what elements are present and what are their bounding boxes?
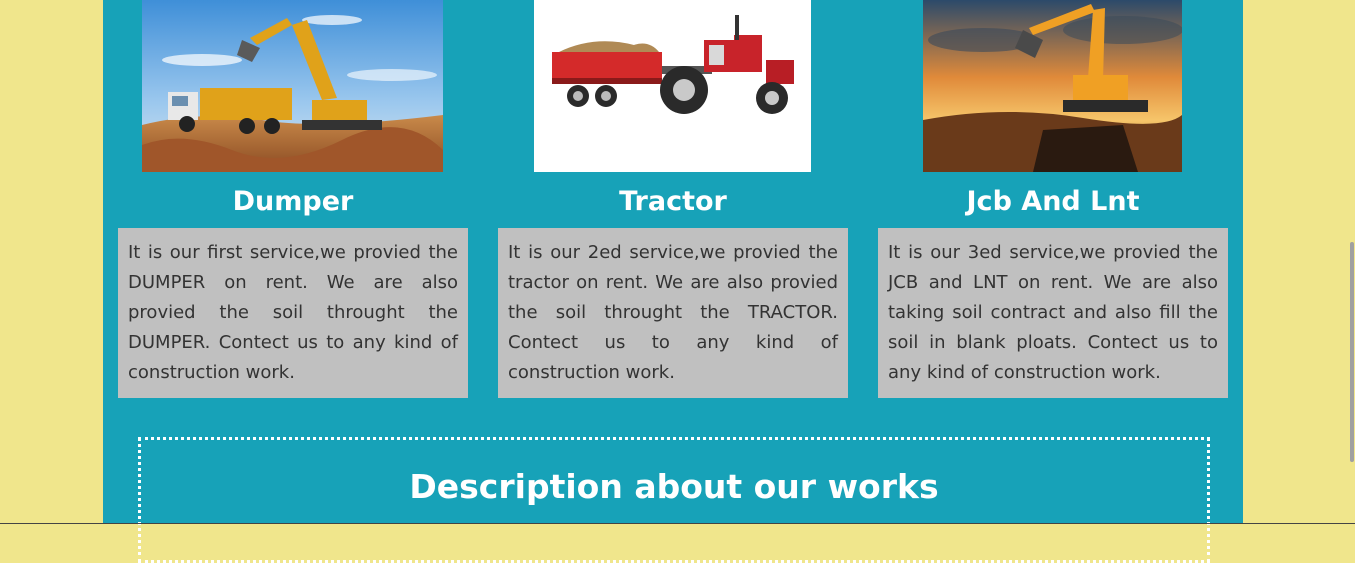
dumper-image <box>142 0 443 172</box>
service-title: Dumper <box>118 180 468 224</box>
works-heading: Description about our works <box>141 440 1207 509</box>
service-description: It is our 2ed service,we provied the tra… <box>498 228 848 398</box>
service-title: Tractor <box>498 180 848 224</box>
tractor-image <box>534 0 811 172</box>
service-description: It is our first service,we provied the D… <box>118 228 468 398</box>
service-description: It is our 3ed service,we provied the JCB… <box>878 228 1228 398</box>
jcb-image <box>923 0 1182 172</box>
service-title: Jcb And Lnt <box>878 180 1228 224</box>
page-scrollbar[interactable] <box>1349 0 1355 524</box>
works-description-box: Description about our works <box>138 437 1210 563</box>
main-container: Dumper It is our first service,we provie… <box>103 0 1243 524</box>
scrollbar-thumb[interactable] <box>1350 242 1354 462</box>
